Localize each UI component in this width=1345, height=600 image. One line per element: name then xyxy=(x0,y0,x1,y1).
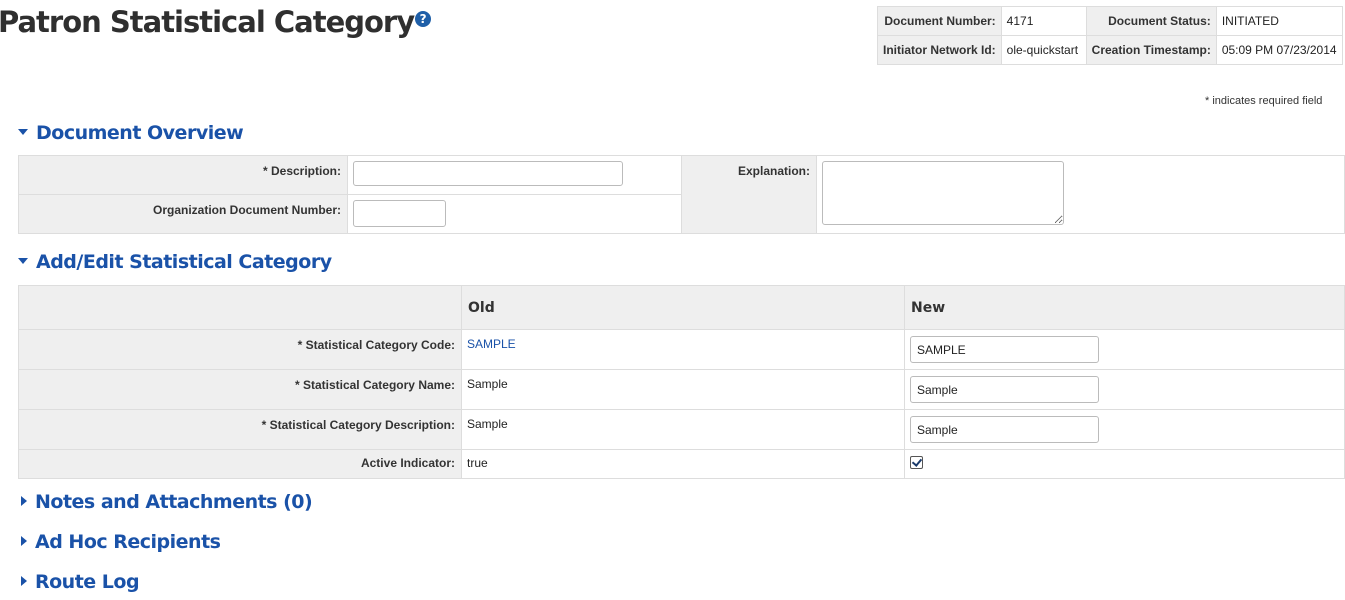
description-cell xyxy=(347,155,682,195)
statistical-category-description-label: * Statistical Category Description: xyxy=(18,409,462,450)
collapsed-triangle-icon xyxy=(21,496,27,506)
active-indicator-new-cell xyxy=(904,449,1345,479)
section-document-overview-title: Document Overview xyxy=(36,122,244,144)
page-title: Patron Statistical Category? xyxy=(0,5,432,39)
section-notes-and-attachments[interactable]: Notes and Attachments (0) xyxy=(18,491,313,513)
expanded-triangle-icon xyxy=(18,129,28,135)
document-number-value: 4171 xyxy=(1000,6,1087,36)
org-doc-number-label: Organization Document Number: xyxy=(18,194,348,234)
statistical-category-name-label: * Statistical Category Name: xyxy=(18,369,462,410)
explanation-cell xyxy=(816,155,1345,234)
statistical-category-name-old: Sample xyxy=(461,369,905,410)
section-add-edit-title: Add/Edit Statistical Category xyxy=(36,251,332,273)
active-indicator-checkbox[interactable] xyxy=(910,456,923,469)
collapsed-triangle-icon xyxy=(21,536,27,546)
document-overview-table: * Description: Explanation: Organization… xyxy=(18,155,1345,234)
description-label: * Description: xyxy=(18,155,348,195)
explanation-label: Explanation: xyxy=(681,155,817,234)
statistical-category-code-old: SAMPLE xyxy=(461,329,905,370)
org-doc-number-input[interactable] xyxy=(353,200,446,227)
active-indicator-old: true xyxy=(461,449,905,479)
document-number-label: Document Number: xyxy=(877,6,1002,36)
section-notes-and-attachments-title: Notes and Attachments (0) xyxy=(35,491,313,513)
active-indicator-label: Active Indicator: xyxy=(18,449,462,479)
initiator-label: Initiator Network Id: xyxy=(877,35,1002,65)
document-status-value: INITIATED xyxy=(1215,6,1343,36)
header-blank-cell xyxy=(18,285,462,330)
statistical-category-code-old-link[interactable]: SAMPLE xyxy=(467,337,516,351)
collapsed-triangle-icon xyxy=(21,576,27,586)
section-ad-hoc-recipients[interactable]: Ad Hoc Recipients xyxy=(18,531,221,553)
statistical-category-code-label: * Statistical Category Code: xyxy=(18,329,462,370)
org-doc-number-cell xyxy=(347,194,682,234)
page-title-text: Patron Statistical Category xyxy=(0,5,415,39)
creation-timestamp-value: 05:09 PM 07/23/2014 xyxy=(1215,35,1343,65)
statistical-category-description-input[interactable] xyxy=(910,416,1099,443)
explanation-textarea[interactable] xyxy=(822,161,1064,225)
section-route-log-title: Route Log xyxy=(35,571,140,593)
statistical-category-description-new-cell xyxy=(904,409,1345,450)
section-route-log[interactable]: Route Log xyxy=(18,571,140,593)
section-add-edit-statistical-category[interactable]: Add/Edit Statistical Category xyxy=(18,251,332,273)
initiator-value: ole-quickstart xyxy=(1000,35,1087,65)
column-header-new: New xyxy=(904,285,1345,330)
section-document-overview[interactable]: Document Overview xyxy=(18,122,244,144)
document-header-table: Document Number: 4171 Document Status: I… xyxy=(877,6,1343,65)
document-status-label: Document Status: xyxy=(1085,6,1217,36)
help-icon[interactable]: ? xyxy=(415,11,432,27)
statistical-category-code-input[interactable] xyxy=(910,336,1099,363)
statistical-category-name-new-cell xyxy=(904,369,1345,410)
statistical-category-code-new-cell xyxy=(904,329,1345,370)
description-input[interactable] xyxy=(353,161,623,186)
expanded-triangle-icon xyxy=(18,258,28,264)
section-ad-hoc-recipients-title: Ad Hoc Recipients xyxy=(35,531,221,553)
creation-timestamp-label: Creation Timestamp: xyxy=(1085,35,1217,65)
column-header-old: Old xyxy=(461,285,905,330)
add-edit-table: Old New * Statistical Category Code: SAM… xyxy=(18,285,1345,479)
required-field-note: * indicates required field xyxy=(1205,95,1323,107)
statistical-category-name-input[interactable] xyxy=(910,376,1099,403)
statistical-category-description-old: Sample xyxy=(461,409,905,450)
